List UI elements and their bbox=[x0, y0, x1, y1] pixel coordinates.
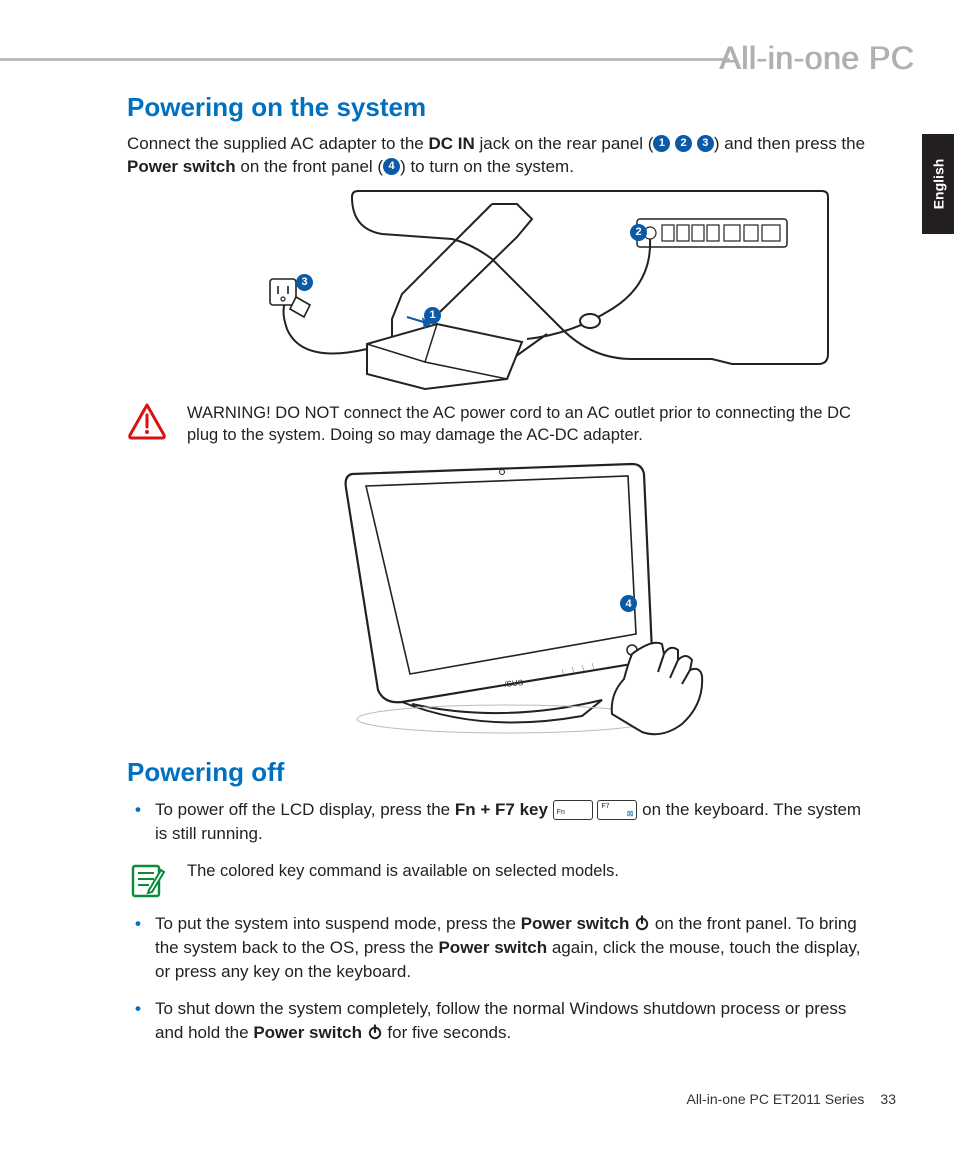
footer-model: All-in-one PC ET2011 Series bbox=[686, 1091, 864, 1107]
callout-badge-1-icon: 1 bbox=[424, 307, 441, 324]
warning-text: WARNING! DO NOT connect the AC power cor… bbox=[187, 402, 877, 447]
heading-powering-off: Powering off bbox=[127, 757, 897, 788]
page-footer: All-in-one PC ET2011 Series 33 bbox=[686, 1091, 896, 1107]
header-rule bbox=[0, 58, 730, 61]
warning-icon bbox=[127, 402, 167, 440]
badge-3-icon: 3 bbox=[697, 135, 714, 152]
badge-4-icon: 4 bbox=[383, 158, 400, 175]
figure-rear-panel: 1 2 3 bbox=[192, 189, 832, 394]
note-text: The colored key command is available on … bbox=[187, 860, 619, 882]
product-name: All-in-one PC bbox=[719, 40, 914, 77]
language-tab: English bbox=[922, 134, 954, 234]
f7-keycap-icon bbox=[597, 800, 637, 820]
callout-badge-2-icon: 2 bbox=[630, 224, 647, 241]
note-icon bbox=[127, 860, 167, 900]
poweroff-item-1: To power off the LCD display, press the … bbox=[155, 798, 897, 846]
poweroff-item-2: To put the system into suspend mode, pre… bbox=[155, 912, 897, 983]
poweroff-item-3: To shut down the system completely, foll… bbox=[155, 997, 897, 1045]
footer-page: 33 bbox=[880, 1091, 896, 1107]
badge-2-icon: 2 bbox=[675, 135, 692, 152]
badge-1-icon: 1 bbox=[653, 135, 670, 152]
figure-front-panel: /SUS 4 bbox=[302, 454, 722, 739]
power-icon bbox=[634, 915, 650, 931]
warning-callout: WARNING! DO NOT connect the AC power cor… bbox=[127, 402, 897, 447]
svg-text:/SUS: /SUS bbox=[504, 678, 524, 689]
callout-badge-3-icon: 3 bbox=[296, 274, 313, 291]
power-icon bbox=[367, 1024, 383, 1040]
note-callout: The colored key command is available on … bbox=[127, 860, 897, 900]
heading-powering-on: Powering on the system bbox=[127, 92, 897, 123]
powering-on-paragraph: Connect the supplied AC adapter to the D… bbox=[127, 133, 897, 179]
fn-keycap-icon bbox=[553, 800, 593, 820]
